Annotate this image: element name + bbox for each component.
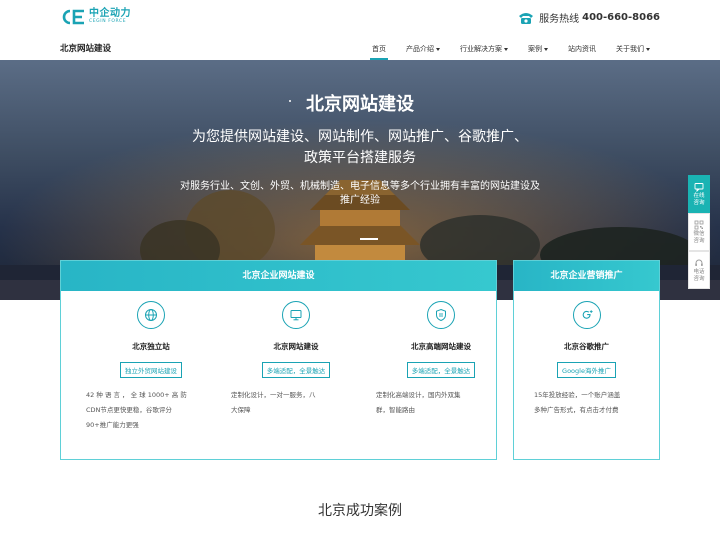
hotline-number[interactable]: 400-660-8066 <box>582 12 660 23</box>
phone-consult-button[interactable]: 电话咨询 <box>688 251 710 289</box>
nav-item-cases[interactable]: 案例 <box>518 38 558 60</box>
card-title: 北京企业网站建设 <box>61 261 496 291</box>
nav-item-news[interactable]: 站内资讯 <box>558 38 606 60</box>
headset-icon <box>695 259 703 266</box>
online-consult-button[interactable]: 在线咨询 <box>688 175 710 213</box>
enterprise-website-card: 北京企业网站建设 北京独立站 独立外贸网站建设 42 种 语 言 ， 全 球 1… <box>60 260 497 460</box>
hero-slide-indicator[interactable] <box>360 238 378 240</box>
service-name: 北京独立站 <box>132 342 170 351</box>
service-tag[interactable]: 多端适配，全景触达 <box>261 362 331 378</box>
hero-subtitle-line1: 为您提供网站建设、网站制作、网站推广、谷歌推广、 <box>192 129 528 145</box>
service-tag[interactable]: Google海外推广 <box>557 362 616 378</box>
nav-item-about[interactable]: 关于我们 <box>606 38 660 60</box>
site-name[interactable]: 北京网站建设 <box>60 42 111 54</box>
hero-subtitle-line2: 政策平台搭建服务 <box>304 150 416 166</box>
logo[interactable]: 中企动力 CEGIN FORCE <box>60 9 131 25</box>
chevron-down-icon <box>646 47 650 51</box>
nav-item-products[interactable]: 产品介绍 <box>396 38 450 60</box>
nav-item-home[interactable]: 首页 <box>362 38 396 60</box>
section-title: 北京成功案例 <box>318 503 402 519</box>
globe-icon <box>137 301 165 329</box>
google-plus-icon <box>572 301 601 329</box>
chevron-down-icon <box>504 47 508 51</box>
service-desc: 定制化设计，一对一服务，八 大保障 <box>231 391 316 414</box>
chevron-down-icon <box>544 47 548 51</box>
service-column[interactable]: 北京谷歌推广 Google海外推广 15年投放经验，一个账户涵盖 多种广告形式，… <box>524 301 649 418</box>
service-column[interactable]: 北京独立站 独立外贸网站建设 42 种 语 言 ， 全 球 1000+ 高 防 … <box>86 301 216 433</box>
nav-item-solutions[interactable]: 行业解决方案 <box>450 38 518 60</box>
monitor-icon <box>282 301 310 329</box>
service-tag[interactable]: 多端适配，全景触达 <box>406 362 476 378</box>
service-desc: 15年投放经验，一个账户涵盖 多种广告形式，有点击才付费 <box>534 391 621 414</box>
side-tools: 在线咨询 微信咨询 电话咨询 <box>688 175 710 289</box>
chevron-down-icon <box>436 47 440 51</box>
top-bar: 中企动力 CEGIN FORCE 服务热线 400-660-8066 <box>0 0 720 38</box>
online-consult-label: 在线咨询 <box>693 192 705 206</box>
enterprise-marketing-card: 北京企业营销推广 北京谷歌推广 Google海外推广 15年投放经验，一个账户涵… <box>513 260 660 460</box>
hero-desc-line1: 对服务行业、文创、外贸、机械制造、电子信息等多个行业拥有丰富的网站建设及 <box>180 181 540 192</box>
logo-mark-icon <box>60 9 86 25</box>
service-column[interactable]: 北京高端网站建设 多端适配，全景触达 定制化高端设计，国内外双集 群，智能路由 <box>376 301 506 418</box>
logo-text-en: CEGIN FORCE <box>89 19 127 25</box>
hero-desc-line2: 推广经验 <box>340 195 380 206</box>
phone-icon <box>518 11 534 25</box>
chat-icon <box>694 182 704 192</box>
wechat-consult-button[interactable]: 微信咨询 <box>688 213 710 251</box>
logo-text-cn: 中企动力 <box>89 8 131 20</box>
shield-doc-icon <box>427 301 455 329</box>
service-tag[interactable]: 独立外贸网站建设 <box>120 362 182 378</box>
service-desc: 定制化高端设计，国内外双集 群，智能路由 <box>376 391 461 414</box>
wechat-consult-label: 微信咨询 <box>693 230 705 244</box>
nav-menu: 首页 产品介绍 行业解决方案 案例 站内资讯 关于我们 <box>362 38 660 60</box>
main-nav: 北京网站建设 首页 产品介绍 行业解决方案 案例 站内资讯 关于我们 <box>0 38 720 60</box>
card-title: 北京企业营销推广 <box>514 261 659 291</box>
hero-title: 北京网站建设 <box>306 94 414 115</box>
phone-consult-label: 电话咨询 <box>693 268 705 282</box>
service-name: 北京谷歌推广 <box>564 342 609 351</box>
service-name: 北京高端网站建设 <box>411 342 471 351</box>
hotline-label: 服务热线 <box>539 14 580 25</box>
hotline: 服务热线 400-660-8066 <box>518 10 660 25</box>
service-desc: 42 种 语 言 ， 全 球 1000+ 高 防 CDN节点更快更稳，谷歌评分 … <box>86 391 187 429</box>
qrcode-icon <box>694 220 704 229</box>
service-name: 北京网站建设 <box>273 342 319 351</box>
service-column[interactable]: 北京网站建设 多端适配，全景触达 定制化设计，一对一服务，八 大保障 <box>231 301 361 418</box>
